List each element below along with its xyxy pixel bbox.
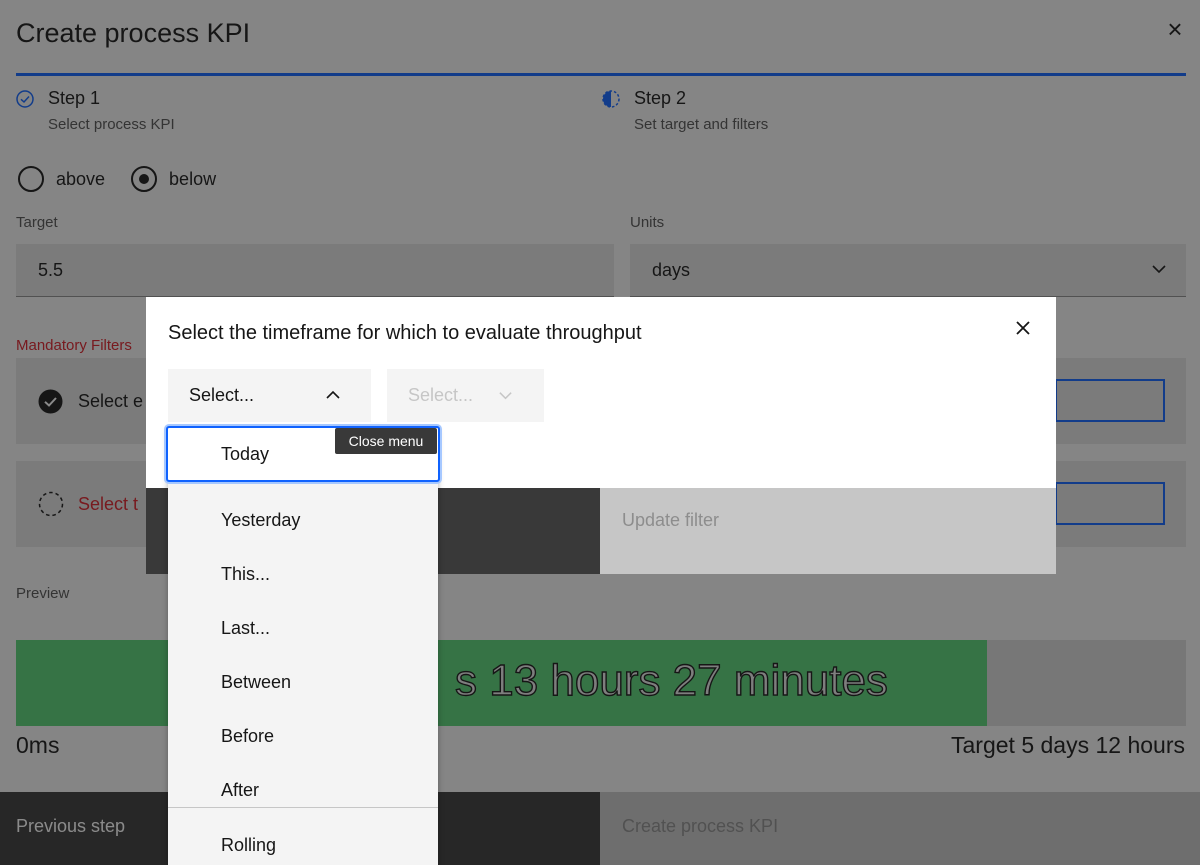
chevron-up-icon [326,390,340,399]
secondary-dropdown-placeholder: Select... [408,385,474,405]
close-icon[interactable] [1012,317,1034,339]
menu-item-last[interactable]: Last... [168,601,438,655]
menu-divider [168,807,438,808]
menu-item-between[interactable]: Between [168,655,438,709]
timeframe-dropdown-placeholder: Select... [189,385,255,405]
menu-item-label: This... [221,564,271,584]
update-filter-button[interactable]: Update filter [600,488,1056,574]
menu-item-label: Between [221,672,292,692]
menu-item-label: Last... [221,618,271,638]
chevron-down-icon [499,392,512,400]
menu-item-label: Rolling [221,835,277,855]
close-menu-tooltip: Close menu [335,428,437,454]
menu-item-after[interactable]: After [168,763,438,817]
menu-item-yesterday[interactable]: Yesterday [168,493,438,547]
menu-item-label: Today [221,444,270,464]
menu-item-label: After [221,780,260,800]
menu-item-label: Before [221,726,275,746]
timeframe-secondary-dropdown[interactable]: Select... [387,369,544,422]
menu-item-this[interactable]: This... [168,547,438,601]
menu-item-rolling[interactable]: Rolling [168,818,438,865]
menu-item-label: Yesterday [221,510,301,530]
update-filter-label: Update filter [622,510,720,530]
menu-item-before[interactable]: Before [168,709,438,763]
close-x-icon [1016,321,1030,335]
modal-title: Select the timeframe for which to evalua… [168,322,642,344]
timeframe-menu: Today Yesterday This... Last... Between … [166,426,440,865]
timeframe-dropdown[interactable]: Select... [168,369,371,422]
